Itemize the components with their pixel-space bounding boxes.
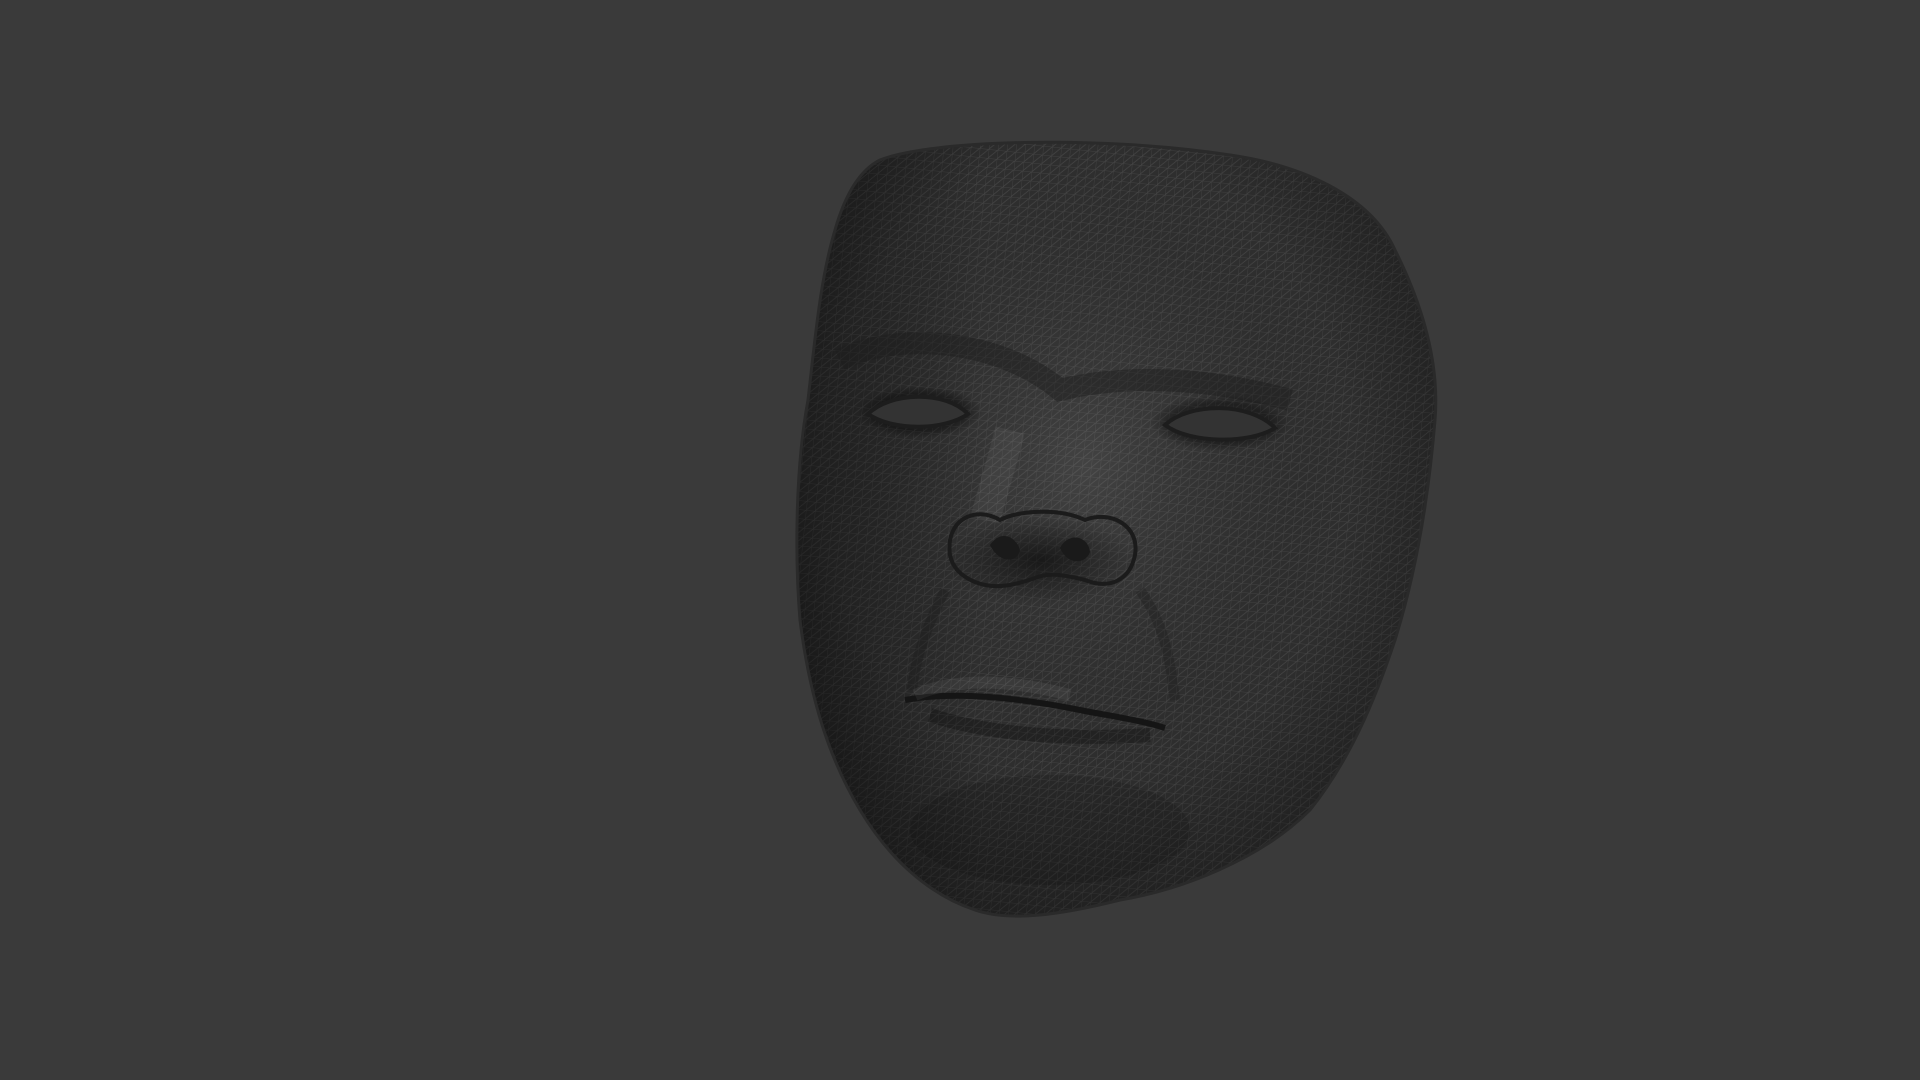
viewport-canvas [0,0,1920,1080]
3d-viewport[interactable] [0,0,1920,1080]
